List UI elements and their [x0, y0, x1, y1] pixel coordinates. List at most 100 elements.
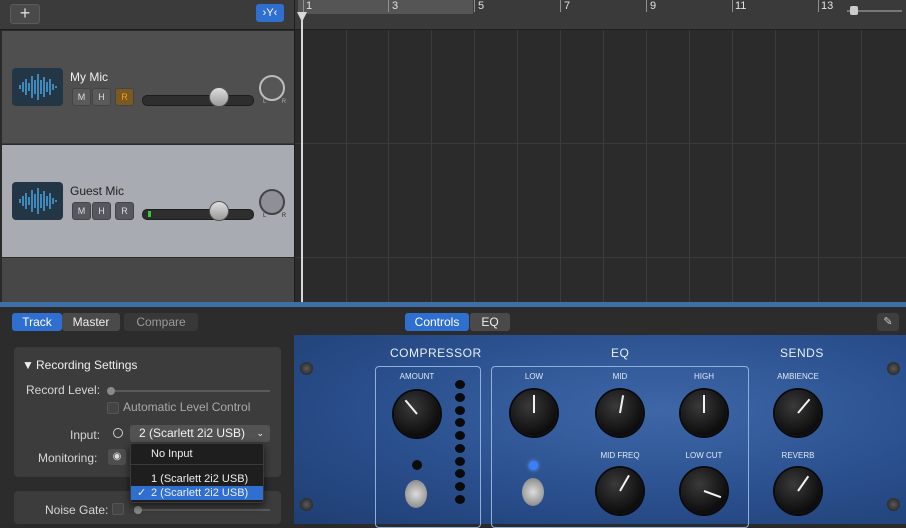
record-enable-icon[interactable]: R — [115, 88, 134, 106]
tab-eq[interactable]: EQ — [470, 313, 510, 331]
headphones-icon[interactable]: H — [92, 88, 111, 106]
checkmark-icon: ✓ — [137, 487, 147, 499]
screw-icon — [887, 498, 900, 511]
add-track-button[interactable]: + — [10, 4, 40, 24]
pencil-icon[interactable]: ✎ — [877, 313, 899, 331]
screw-icon — [887, 362, 900, 375]
record-level-knob[interactable] — [107, 387, 115, 395]
waveform-icon — [12, 182, 63, 220]
eq-mid-knob[interactable] — [597, 390, 643, 436]
volume-slider-knob[interactable] — [209, 87, 229, 107]
track-header-guest-mic[interactable]: Guest Mic M H R L R — [2, 145, 294, 257]
playhead-handle[interactable] — [297, 12, 307, 22]
knob-indicator — [619, 474, 630, 492]
recording-settings-title: Recording Settings — [36, 358, 138, 372]
dropdown-item[interactable]: 1 (Scarlett 2i2 USB) — [131, 472, 263, 486]
input-mono-icon[interactable] — [113, 428, 123, 438]
reverb-knob[interactable] — [775, 468, 821, 514]
chevron-down-icon: ⌄ — [256, 428, 264, 438]
cycle-region[interactable] — [298, 0, 473, 14]
eq-led — [529, 461, 538, 470]
record-level-slider[interactable] — [110, 390, 270, 392]
auto-level-checkbox[interactable] — [107, 402, 119, 414]
noise-gate-slider[interactable] — [136, 509, 270, 511]
smart-controls-filter-button[interactable]: ›Y‹ — [256, 4, 284, 22]
input-dropdown-menu[interactable]: No Input 1 (Scarlett 2i2 USB) ✓ 2 (Scarl… — [130, 443, 264, 503]
compressor-box — [375, 366, 481, 528]
track-header-my-mic[interactable]: My Mic M H R L R — [2, 31, 294, 144]
zoom-slider-knob[interactable] — [850, 6, 858, 15]
pan-knob[interactable] — [259, 75, 285, 101]
noise-gate-knob[interactable] — [134, 506, 142, 514]
grid-line — [861, 30, 862, 302]
grid-line — [818, 30, 819, 302]
playhead[interactable] — [301, 12, 303, 302]
tracks-header-bar — [0, 0, 294, 30]
ambience-knob[interactable] — [775, 390, 821, 436]
grid-line — [560, 30, 561, 302]
knob-indicator — [533, 395, 535, 413]
amount-label: AMOUNT — [399, 372, 435, 381]
knob-indicator — [404, 399, 418, 415]
mute-icon[interactable]: M — [72, 88, 91, 106]
headphones-icon[interactable]: H — [92, 202, 111, 220]
amount-knob[interactable] — [394, 391, 440, 437]
bar-tick — [560, 0, 561, 12]
knob-indicator — [619, 395, 625, 414]
monitoring-icon[interactable]: ◉ — [108, 449, 126, 465]
ambience-label: AMBIENCE — [777, 372, 819, 381]
input-label: Input: — [70, 428, 101, 442]
tab-controls[interactable]: Controls — [405, 313, 469, 331]
noise-gate-label: Noise Gate: — [45, 503, 109, 517]
auto-level-label: Automatic Level Control — [123, 400, 251, 414]
input-select-value: 2 (Scarlett 2i2 USB) — [139, 426, 246, 440]
knob-indicator — [703, 395, 705, 413]
grid-line — [346, 30, 347, 302]
grid-line — [775, 30, 776, 302]
pan-lr-label: L R — [263, 213, 294, 219]
bar-number: 7 — [564, 0, 571, 12]
input-select[interactable]: 2 (Scarlett 2i2 USB) ⌄ — [130, 425, 270, 442]
eq-toggle-switch[interactable] — [522, 478, 544, 506]
track-name[interactable]: Guest Mic — [70, 184, 124, 198]
reverb-label: REVERB — [781, 451, 815, 460]
bar-number: 13 — [821, 0, 834, 12]
dropdown-item[interactable]: No Input — [131, 447, 263, 461]
tracks-timeline[interactable] — [294, 30, 906, 302]
pan-knob[interactable] — [259, 189, 285, 215]
eq-mid-freq-knob[interactable] — [597, 468, 643, 514]
dropdown-item-selected[interactable]: ✓ 2 (Scarlett 2i2 USB) — [131, 486, 263, 500]
track-name[interactable]: My Mic — [70, 70, 108, 84]
mute-icon[interactable]: M — [72, 202, 91, 220]
knob-indicator — [797, 475, 810, 492]
eq-mid-label: MID — [612, 372, 628, 381]
bar-tick — [388, 0, 389, 12]
compressor-led — [412, 460, 422, 470]
noise-gate-checkbox[interactable] — [112, 503, 124, 515]
eq-low-label: LOW — [524, 372, 544, 381]
compressor-toggle-switch[interactable] — [405, 480, 427, 508]
tab-compare[interactable]: Compare — [124, 313, 198, 331]
bar-tick — [732, 0, 733, 12]
tab-master[interactable]: Master — [62, 313, 120, 331]
knob-indicator — [703, 490, 722, 499]
grid-line — [517, 30, 518, 302]
bar-number: 9 — [650, 0, 657, 12]
disclosure-triangle-icon[interactable]: ▼ — [22, 358, 34, 372]
grid-line — [646, 30, 647, 302]
bar-number: 1 — [306, 0, 313, 12]
volume-slider-knob[interactable] — [209, 201, 229, 221]
screw-icon — [300, 362, 313, 375]
waveform-icon — [12, 68, 63, 106]
grid-line — [431, 30, 432, 302]
volume-slider[interactable] — [142, 209, 254, 220]
monitoring-label: Monitoring: — [38, 451, 98, 465]
bar-tick — [646, 0, 647, 12]
eq-high-knob[interactable] — [681, 390, 727, 436]
record-enable-icon[interactable]: R — [115, 202, 134, 220]
volume-slider[interactable] — [142, 95, 254, 106]
record-level-label: Record Level: — [26, 383, 101, 397]
tab-track[interactable]: Track — [12, 313, 62, 331]
eq-low-knob[interactable] — [511, 390, 557, 436]
eq-low-cut-knob[interactable] — [681, 468, 727, 514]
